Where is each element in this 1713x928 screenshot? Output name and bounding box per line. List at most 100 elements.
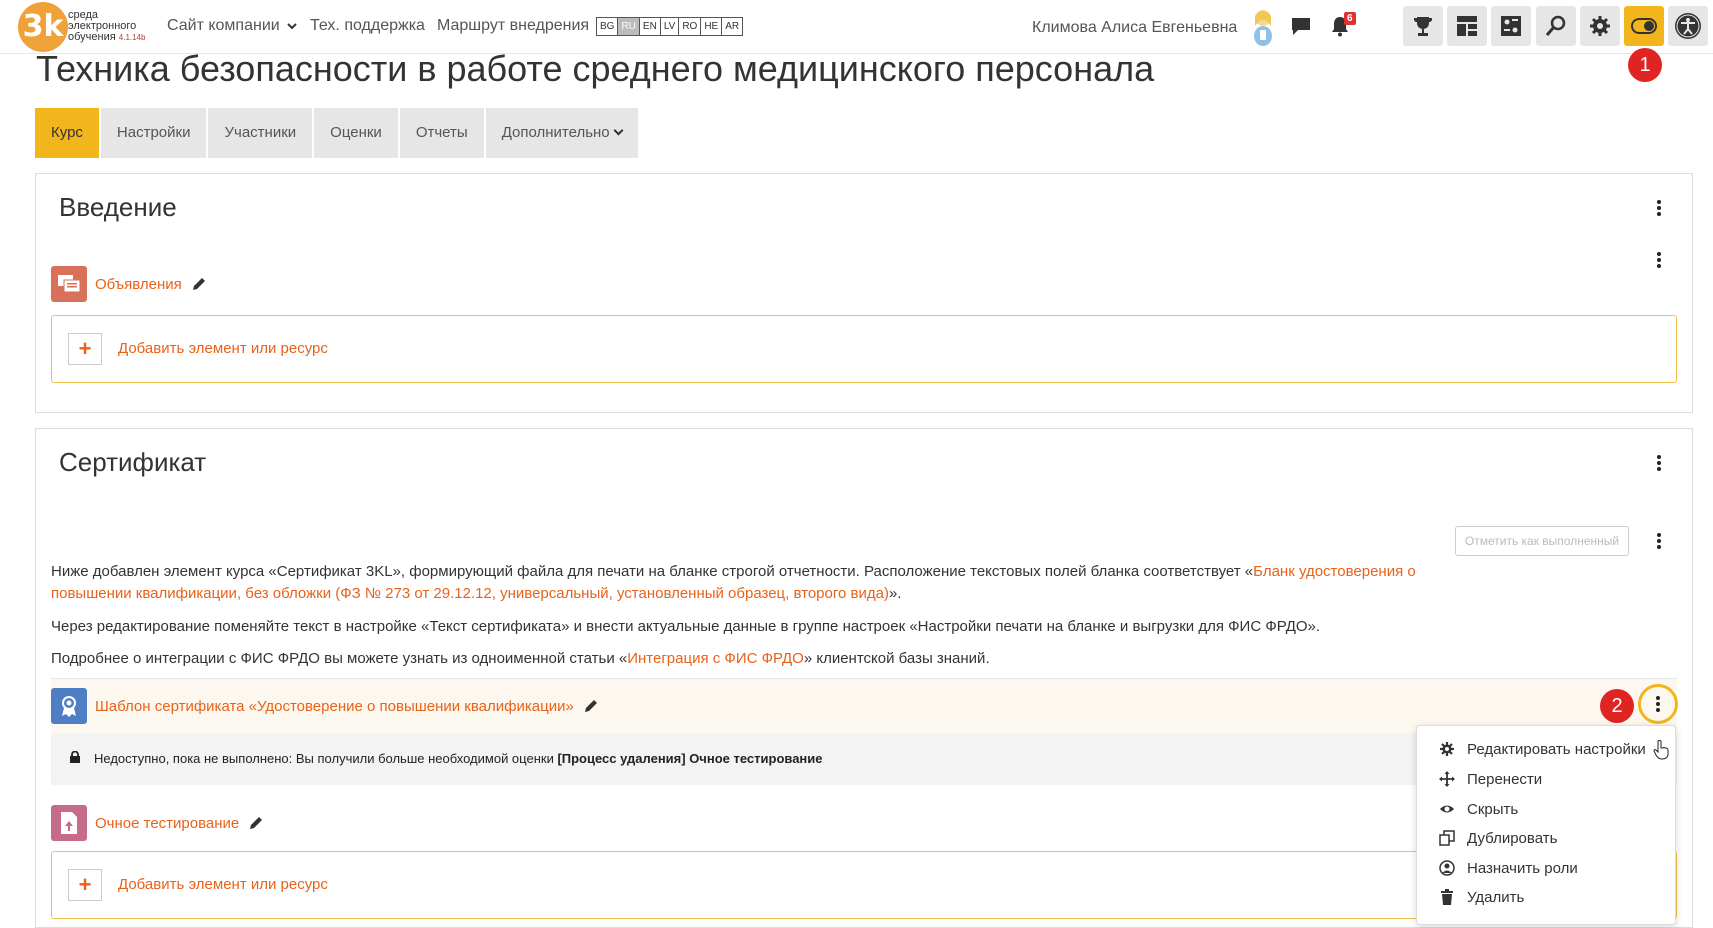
- add-resource-box-intro[interactable]: + Добавить элемент или ресурс: [51, 315, 1677, 383]
- eye-icon: [1440, 805, 1454, 813]
- lang-ar[interactable]: AR: [722, 18, 742, 35]
- accessibility-button[interactable]: [1668, 6, 1708, 46]
- user-name[interactable]: Климова Алиса Евгеньевна: [1032, 19, 1237, 37]
- section-intro-title: Введение: [59, 192, 177, 222]
- page-title: Техника безопасности в работе среднего м…: [36, 48, 1155, 89]
- trophy-icon: [1414, 17, 1432, 36]
- annotation-marker-2: 2: [1600, 689, 1634, 723]
- nav-support-link[interactable]: Тех. поддержка: [310, 17, 425, 35]
- activity-certificate: Шаблон сертификата «Удостоверение о повы…: [51, 688, 599, 724]
- label-menu-icon[interactable]: [1649, 531, 1669, 551]
- frdo-integration-link[interactable]: Интеграция с ФИС ФРДО: [627, 650, 804, 667]
- logo-text: среда электронного обучения 4.1.14b: [68, 10, 145, 43]
- lang-en[interactable]: EN: [640, 18, 661, 35]
- para3-text-a: Подробнее о интеграции с ФИС ФРДО вы мож…: [51, 650, 628, 667]
- restriction-text: Недоступно, пока не выполнено: Вы получи…: [94, 751, 823, 766]
- site-logo[interactable]: 3k среда электронного обучения 4.1.14b: [18, 2, 158, 52]
- test-link[interactable]: Очное тестирование: [95, 815, 239, 832]
- accessibility-icon: [1675, 13, 1701, 39]
- plus-icon: +: [68, 333, 102, 365]
- menu-item-edit-settings-label: Редактировать настройки: [1467, 740, 1646, 758]
- menu-item-hide[interactable]: Скрыть: [1439, 797, 1518, 821]
- tab-participants[interactable]: Участники: [208, 108, 313, 158]
- logo-mark: 3k: [18, 2, 68, 52]
- nav-company-label: Сайт компании: [167, 17, 280, 34]
- announcements-menu-icon[interactable]: [1649, 250, 1669, 270]
- tab-settings[interactable]: Настройки: [100, 108, 207, 158]
- section-certificate-menu-icon[interactable]: [1649, 453, 1669, 473]
- certificate-template-link[interactable]: Шаблон сертификата «Удостоверение о повы…: [95, 698, 574, 715]
- search-button[interactable]: [1536, 6, 1576, 46]
- lang-he[interactable]: HE: [701, 18, 723, 35]
- plus-icon: +: [68, 869, 102, 901]
- lock-icon: [70, 751, 80, 763]
- menu-item-assign-roles[interactable]: Назначить роли: [1439, 856, 1578, 880]
- add-resource-label: Добавить элемент или ресурс: [118, 876, 328, 893]
- para1-text-b: ».: [888, 585, 902, 602]
- tab-more[interactable]: Дополнительно: [485, 108, 638, 158]
- user-avatar[interactable]: [1248, 6, 1278, 46]
- menu-item-delete[interactable]: Удалить: [1439, 885, 1524, 909]
- menu-item-hide-label: Скрыть: [1467, 800, 1519, 818]
- tab-grades[interactable]: Оценки: [314, 108, 398, 158]
- section-intro-menu-icon[interactable]: [1649, 198, 1669, 218]
- edit-pencil-icon[interactable]: [191, 276, 207, 292]
- forum-icon: [51, 266, 87, 302]
- user-circle-icon: [1439, 860, 1455, 876]
- course-tabs: Курс Настройки Участники Оценки Отчеты Д…: [35, 108, 640, 158]
- para1-text-a: Ниже добавлен элемент курса «Сертификат …: [51, 563, 1254, 580]
- logo-version: 4.1.14b: [118, 33, 146, 42]
- top-navbar: 3k среда электронного обучения 4.1.14b С…: [0, 0, 1713, 54]
- language-switcher: BG RU EN LV RO HE AR: [596, 17, 744, 36]
- kebab-menu-icon: [1648, 694, 1668, 714]
- menu-item-assign-roles-label: Назначить роли: [1467, 859, 1578, 877]
- gear-icon: [1590, 16, 1610, 36]
- lang-lv[interactable]: LV: [661, 18, 680, 35]
- logo-line3: обучения 4.1.14b: [68, 32, 145, 43]
- toggle-icon: [1631, 18, 1657, 34]
- menu-item-duplicate-label: Дублировать: [1467, 829, 1558, 847]
- activity-actions-menu: Редактировать настройки Перенести Скрыть…: [1416, 725, 1676, 925]
- activity-announcements: Объявления: [51, 266, 207, 302]
- section-intro: Введение Объявления + Добавить элемент и…: [35, 173, 1693, 413]
- edit-pencil-icon[interactable]: [583, 698, 599, 714]
- messages-icon[interactable]: [1289, 14, 1313, 38]
- certificate-activity-menu-button[interactable]: [1638, 684, 1678, 724]
- nav-company-dropdown[interactable]: Сайт компании: [167, 17, 297, 35]
- lang-ru[interactable]: RU: [618, 18, 640, 35]
- assignment-icon: [51, 805, 87, 841]
- dashboard-button[interactable]: [1447, 6, 1487, 46]
- users-panel-button[interactable]: [1491, 6, 1531, 46]
- settings-button[interactable]: [1580, 6, 1620, 46]
- nav-route-link[interactable]: Маршрут внедрения: [437, 17, 589, 35]
- lang-ro[interactable]: RO: [679, 18, 702, 35]
- menu-item-move[interactable]: Перенести: [1439, 767, 1542, 791]
- search-icon: [1545, 15, 1566, 36]
- edit-pencil-icon[interactable]: [248, 815, 264, 831]
- hand-cursor-icon: [1653, 740, 1669, 760]
- chevron-down-icon: [287, 23, 297, 30]
- announcements-link[interactable]: Объявления: [95, 276, 182, 293]
- tab-reports[interactable]: Отчеты: [399, 108, 484, 158]
- mark-done-button[interactable]: Отметить как выполненный: [1455, 526, 1629, 556]
- lang-bg[interactable]: BG: [597, 18, 619, 35]
- dashboard-grid-icon: [1457, 16, 1477, 36]
- restriction-text-plain: Недоступно, пока не выполнено: Вы получи…: [94, 751, 558, 766]
- menu-item-edit-settings[interactable]: Редактировать настройки: [1439, 737, 1646, 761]
- tab-course[interactable]: Курс: [35, 108, 99, 158]
- menu-item-move-label: Перенести: [1467, 770, 1543, 788]
- edit-mode-toggle[interactable]: [1624, 6, 1664, 46]
- gear-icon: [1440, 742, 1454, 756]
- trash-icon: [1441, 889, 1453, 905]
- menu-item-duplicate[interactable]: Дублировать: [1439, 826, 1557, 850]
- restriction-text-bold: [Процесс удаления] Очное тестирование: [557, 751, 823, 766]
- move-arrows-icon: [1439, 771, 1455, 787]
- para3-text-b: » клиентской базы знаний.: [803, 650, 990, 667]
- users-grid-icon: [1501, 16, 1521, 36]
- cert-description-para1: Ниже добавлен элемент курса «Сертификат …: [51, 561, 1471, 605]
- achievements-button[interactable]: [1403, 6, 1443, 46]
- cert-description-para3: Подробнее о интеграции с ФИС ФРДО вы мож…: [51, 648, 1471, 670]
- certificate-icon: [51, 688, 87, 724]
- annotation-marker-1: 1: [1628, 48, 1662, 82]
- cert-description-para2: Через редактирование поменяйте текст в н…: [51, 618, 1321, 635]
